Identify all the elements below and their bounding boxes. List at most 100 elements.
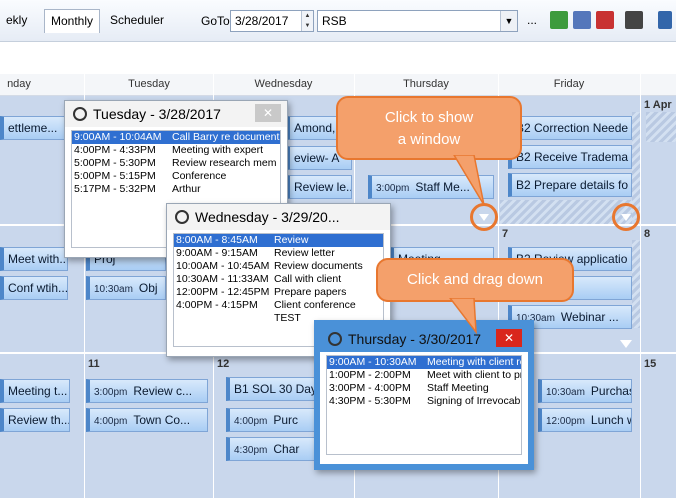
appointment[interactable]: Review th... xyxy=(0,408,70,432)
toolbar: ekly Monthly Scheduler GoTo 3/28/2017 ▲ ▼… xyxy=(0,0,676,42)
appointment-time: 10:30am xyxy=(94,284,133,295)
list-item[interactable]: 5:00PM - 5:30PM Review research mem xyxy=(72,157,280,170)
day-number: 8 xyxy=(644,228,651,240)
appointment[interactable]: 10:30am Obj xyxy=(86,276,166,300)
more-button-friday[interactable] xyxy=(612,203,640,231)
delete-appointment-icon[interactable] xyxy=(596,11,614,29)
appointment[interactable]: 4:30pm Char xyxy=(226,437,318,461)
hatch-area xyxy=(646,112,676,142)
appointment[interactable]: 4:00pm Purc xyxy=(226,408,318,432)
tab-scheduler[interactable]: Scheduler xyxy=(104,9,170,33)
popup-title: Tuesday - 3/28/2017 xyxy=(93,106,221,122)
window-icon[interactable] xyxy=(658,11,672,29)
list-item[interactable]: 4:00PM - 4:33PM Meeting with expert xyxy=(72,144,280,157)
add-appointment-icon[interactable] xyxy=(550,11,568,29)
header-friday: Friday xyxy=(553,78,585,90)
header-monday: nday xyxy=(7,78,31,90)
appointment[interactable]: 10:30am Purchas... xyxy=(538,379,632,403)
list-item[interactable]: 5:00PM - 5:15PM Conference xyxy=(72,170,280,183)
tab-monthly[interactable]: Monthly xyxy=(44,9,101,33)
list-item[interactable]: 4:00PM - 4:15PM Client conference xyxy=(174,299,383,312)
list-item[interactable]: 12:00PM - 12:45PM Prepare papers xyxy=(174,286,383,299)
appointment-title: Obj xyxy=(138,281,158,295)
callout-show-window: Click to show a window xyxy=(336,96,522,160)
list-item[interactable]: 9:00AM - 9:15AM Review letter xyxy=(174,247,383,260)
more-appointments-icon[interactable] xyxy=(620,340,632,348)
appointment[interactable]: 4:00pm Town Co... xyxy=(86,408,208,432)
item-time: 9:00AM - 10:04AM xyxy=(74,131,162,143)
list-item[interactable]: 5:17PM - 5:32PM Arthur xyxy=(72,183,280,196)
item-text: Review letter xyxy=(274,247,335,259)
more-button-thursday[interactable] xyxy=(470,203,498,231)
item-time: 5:17PM - 5:32PM xyxy=(74,183,156,195)
item-time: 3:00PM - 4:00PM xyxy=(329,382,411,394)
appointment[interactable]: B1 SOL 30 Day xyxy=(226,377,318,401)
item-time: 8:00AM - 8:45AM xyxy=(176,234,258,246)
binoculars-icon[interactable] xyxy=(625,11,643,29)
item-time: 5:00PM - 5:15PM xyxy=(74,170,156,182)
appointment[interactable]: Conf wtih... xyxy=(0,276,68,300)
appointment[interactable]: Review le... xyxy=(286,175,352,199)
item-time: 4:00PM - 4:33PM xyxy=(74,144,156,156)
appointment[interactable]: B2 Correction Neede xyxy=(508,116,632,140)
appointment[interactable]: ettleme... xyxy=(0,116,66,140)
chevron-down-icon[interactable]: ▼ xyxy=(500,11,517,31)
edit-appointment-icon[interactable] xyxy=(573,11,591,29)
list-item[interactable]: 9:00AM - 10:04AM Call Barry re document xyxy=(72,131,280,144)
appointment-time: 3:00pm xyxy=(376,183,410,194)
appointment-title: Town Co... xyxy=(133,413,191,427)
day-number: 1 Apr xyxy=(644,99,672,111)
header-thursday: Thursday xyxy=(403,78,449,90)
item-text: Meet with client to prep xyxy=(427,369,521,381)
list-item[interactable]: 3:00PM - 4:00PM Staff Meeting xyxy=(327,382,521,395)
chevron-down-icon xyxy=(621,214,631,221)
chevron-down-icon xyxy=(479,214,489,221)
item-time: 1:00PM - 2:00PM xyxy=(329,369,411,381)
day-popup-thursday[interactable]: Thursday - 3/30/2017 ✕ 9:00AM - 10:30AM M… xyxy=(314,320,534,470)
appointment[interactable]: 3:00pm Review c... xyxy=(86,379,208,403)
item-time: 5:00PM - 5:30PM xyxy=(74,157,156,169)
appointment[interactable]: Meeting t... xyxy=(0,379,70,403)
list-item[interactable]: 8:00AM - 8:45AM Review xyxy=(174,234,383,247)
list-item[interactable]: 4:30PM - 5:30PM Signing of Irrevocable xyxy=(327,395,521,408)
item-text: Staff Meeting xyxy=(427,382,489,394)
item-time: 4:00PM - 4:15PM xyxy=(176,299,258,311)
list-item[interactable]: 9:00AM - 10:30AM Meeting with client re s xyxy=(327,356,521,369)
item-text: Conference xyxy=(172,170,227,182)
item-text: Meeting with client re s xyxy=(427,356,521,368)
appointment[interactable]: 12:00pm Lunch w... xyxy=(538,408,632,432)
appointment-title: Review c... xyxy=(133,384,193,398)
day-number: 11 xyxy=(88,358,100,370)
tab-weekly[interactable]: ekly xyxy=(0,9,33,33)
appointment[interactable]: B2 Prepare details fo xyxy=(508,173,632,197)
callout-drag-down: Click and drag down xyxy=(376,258,574,302)
popup-title-bar[interactable]: Wednesday - 3/29/20... xyxy=(167,204,390,230)
item-text: Client conference xyxy=(274,299,356,311)
appointment-list: 9:00AM - 10:30AM Meeting with client re s… xyxy=(326,355,522,455)
browse-button[interactable]: ... xyxy=(525,10,539,32)
item-text: Meeting with expert xyxy=(172,144,264,156)
item-text: Review research mem xyxy=(172,157,277,169)
list-item[interactable]: 10:00AM - 10:45AM Review documents xyxy=(174,260,383,273)
appointment-time: 10:30am xyxy=(546,387,585,398)
item-time xyxy=(174,312,274,325)
item-text: Review xyxy=(274,234,309,246)
header-wednesday: Wednesday xyxy=(254,78,313,90)
list-item[interactable]: 10:30AM - 11:33AM Call with client xyxy=(174,273,383,286)
appointment[interactable]: Meet with... xyxy=(0,247,68,271)
appointment-time: 4:00pm xyxy=(94,416,128,427)
appointment-time: 12:00pm xyxy=(546,416,585,427)
day-number: 7 xyxy=(502,228,509,240)
item-text: Signing of Irrevocable xyxy=(427,395,521,407)
appointment-time: 4:00pm xyxy=(234,416,268,427)
date-spinner[interactable]: ▲ ▼ xyxy=(301,11,313,31)
appointment-title: Char xyxy=(273,442,300,456)
appointment-time: 4:30pm xyxy=(234,445,268,456)
hatch-area xyxy=(632,112,640,220)
appointment[interactable]: B2 Receive Tradema xyxy=(508,145,632,169)
list-item[interactable]: 1:00PM - 2:00PM Meet with client to prep xyxy=(327,369,521,382)
resource-combo[interactable]: RSB xyxy=(317,10,518,32)
close-icon[interactable]: ✕ xyxy=(255,104,281,122)
item-text: Arthur xyxy=(172,183,201,195)
popup-title-bar[interactable]: Tuesday - 3/28/2017 ✕ xyxy=(65,101,287,127)
